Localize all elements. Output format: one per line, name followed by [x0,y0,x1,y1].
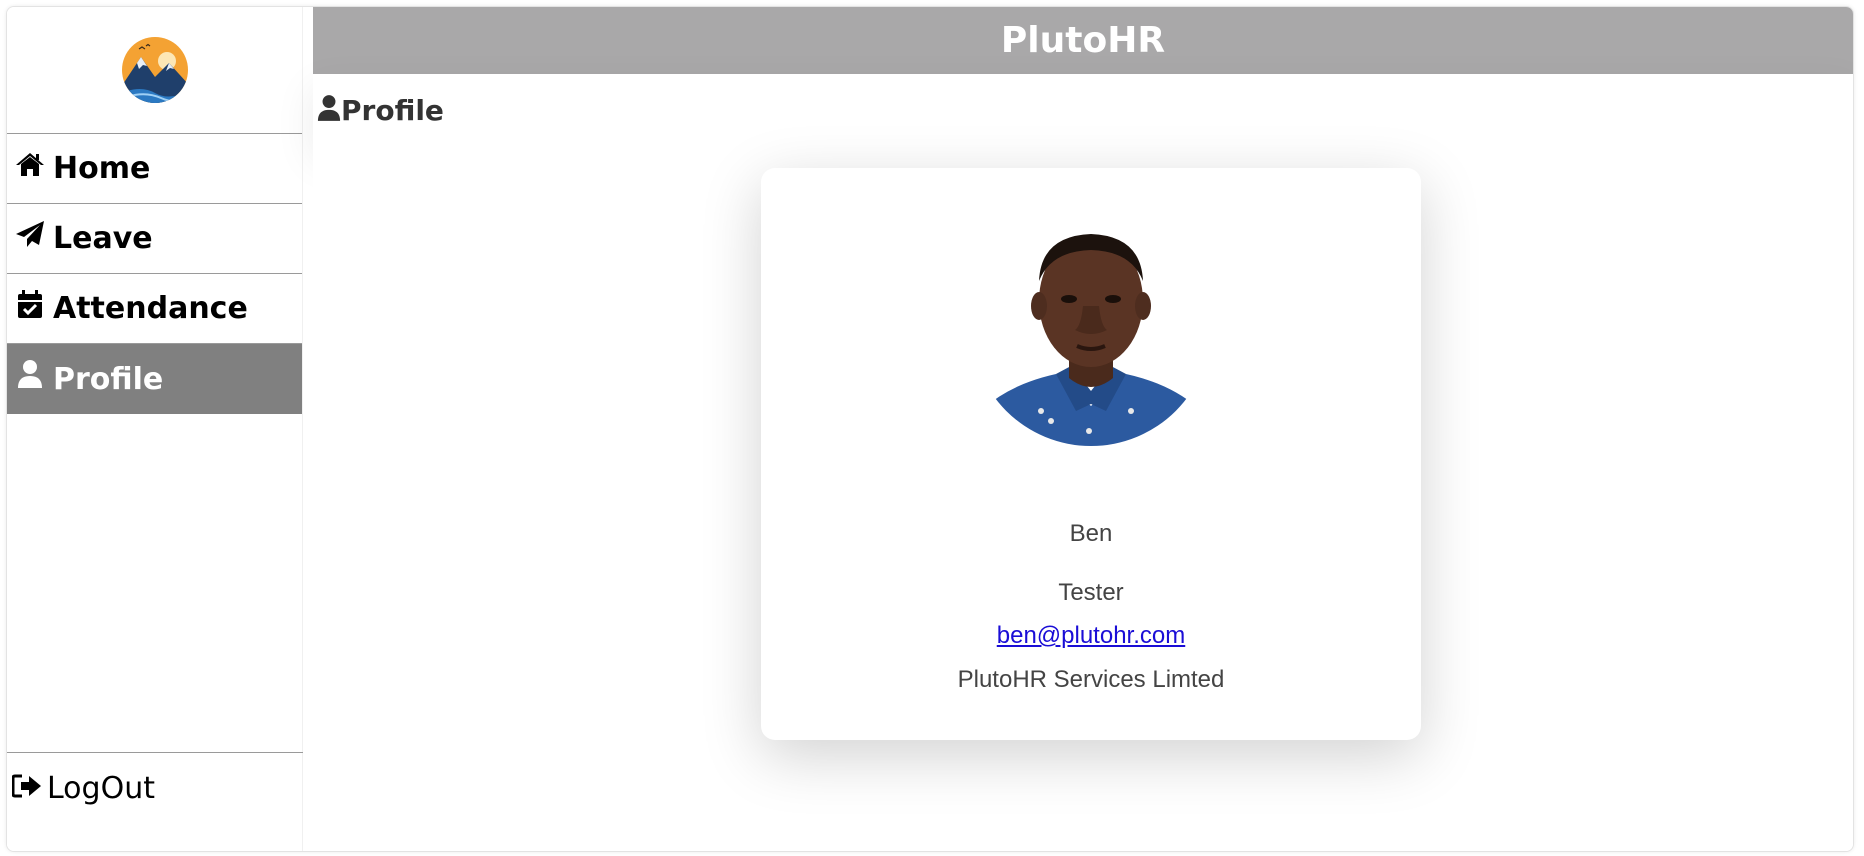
user-icon [317,94,341,122]
sidebar: Home Leave Attendance Profile LogOut [7,7,303,851]
content-area: Ben Tester ben@plutohr.com PlutoHR Servi… [313,147,1853,851]
sidebar-item-home[interactable]: Home [7,134,302,204]
sidebar-item-label: Home [53,151,151,186]
profile-email: ben@plutohr.com [761,622,1421,650]
page-title: Profile [341,94,444,127]
profile-company: PlutoHR Services Limted [957,666,1225,693]
profile-card: Ben Tester ben@plutohr.com PlutoHR Servi… [761,168,1421,740]
user-icon [7,359,53,389]
sidebar-item-label: Attendance [53,291,248,326]
page-header: Profile [313,74,1853,147]
sign-out-icon [7,774,47,798]
sidebar-item-label: Profile [53,361,164,397]
sidebar-item-profile[interactable]: Profile [7,344,302,414]
paper-plane-icon [7,220,53,248]
app-title: PlutoHR [1000,20,1166,61]
mountain-sun-logo[interactable] [121,35,189,105]
avatar [971,206,1211,446]
main-area: PlutoHR Profile Ben Tester ben@plutohr.c… [313,7,1853,851]
top-bar: PlutoHR [313,7,1853,74]
email-link[interactable]: ben@plutohr.com [997,622,1185,649]
profile-name: Ben [1069,520,1113,547]
logout-label: LogOut [47,771,155,806]
sidebar-item-label: Leave [53,221,153,256]
home-icon [7,151,53,177]
profile-role: Tester [1058,579,1124,606]
sidebar-item-attendance[interactable]: Attendance [7,274,302,344]
logo-area [7,7,302,134]
sidebar-item-leave[interactable]: Leave [7,204,302,274]
app-window: Home Leave Attendance Profile LogOut Plu… [6,6,1854,852]
calendar-check-icon [7,289,53,319]
logout-button[interactable]: LogOut [7,752,303,824]
